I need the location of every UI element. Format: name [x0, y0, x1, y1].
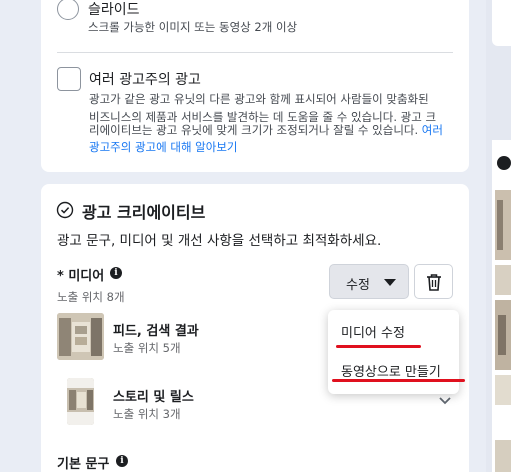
media-edit-button-label: 수정 — [346, 278, 370, 293]
primary-text-label: 기본 문구 — [57, 457, 110, 472]
feed-row-placements: 노출 위치 5개 — [113, 341, 181, 355]
learn-more-link[interactable]: 광고주의 광고에 대해 알아보기 — [89, 137, 238, 157]
slide-option-desc: 스크롤 가능한 이미지 또는 동영상 2개 이상 — [88, 20, 298, 34]
creative-section-desc: 광고 문구, 미디어 및 개선 사항을 선택하고 최적화하세요. — [57, 233, 382, 249]
chevron-down-icon[interactable] — [438, 396, 452, 406]
stories-row-title: 스토리 및 릴스 — [113, 390, 194, 405]
multi-advertiser-desc-3-text: 리에이티브는 광고 유닛에 맞게 크기가 조정되거나 잘릴 수 있습니다. — [89, 123, 419, 137]
check-circle-icon — [56, 201, 74, 219]
dropdown-item-make-video[interactable]: 동영상으로 만들기 — [341, 361, 441, 380]
media-edit-button[interactable]: 수정 — [329, 264, 409, 299]
feed-media-thumbnail — [57, 313, 104, 360]
stories-row-placements: 노출 위치 3개 — [113, 407, 181, 421]
media-placements-count: 노출 위치 8개 — [57, 290, 125, 304]
media-info-icon[interactable]: i — [110, 267, 122, 279]
stories-media-thumbnail — [67, 378, 94, 425]
learn-more-link-part1[interactable]: 여러 — [422, 123, 443, 137]
delete-media-button[interactable] — [414, 264, 453, 299]
creative-section-title: 광고 크리에이티브 — [82, 203, 206, 222]
media-label: * 미디어 — [57, 269, 105, 284]
preview-card — [492, 140, 511, 472]
multi-advertiser-desc-1: 광고가 같은 광고 유닛의 다른 광고와 함께 표시되어 사람들이 맞춤화된 — [89, 92, 429, 106]
multi-advertiser-title: 여러 광고주의 광고 — [89, 72, 201, 88]
caret-down-icon — [384, 279, 396, 286]
primary-text-info-icon[interactable]: i — [116, 455, 128, 467]
feed-row-title: 피드, 검색 결과 — [113, 324, 199, 339]
option-divider — [57, 52, 453, 53]
annotation-underline-2 — [332, 379, 465, 382]
preview-panel — [486, 0, 511, 472]
preview-card-top — [492, 0, 511, 46]
dropdown-item-edit-media[interactable]: 미디어 수정 — [341, 322, 405, 341]
preview-image — [495, 156, 511, 472]
trash-icon — [427, 274, 441, 291]
annotation-underline-1 — [336, 345, 421, 348]
multi-advertiser-checkbox[interactable] — [57, 67, 81, 91]
